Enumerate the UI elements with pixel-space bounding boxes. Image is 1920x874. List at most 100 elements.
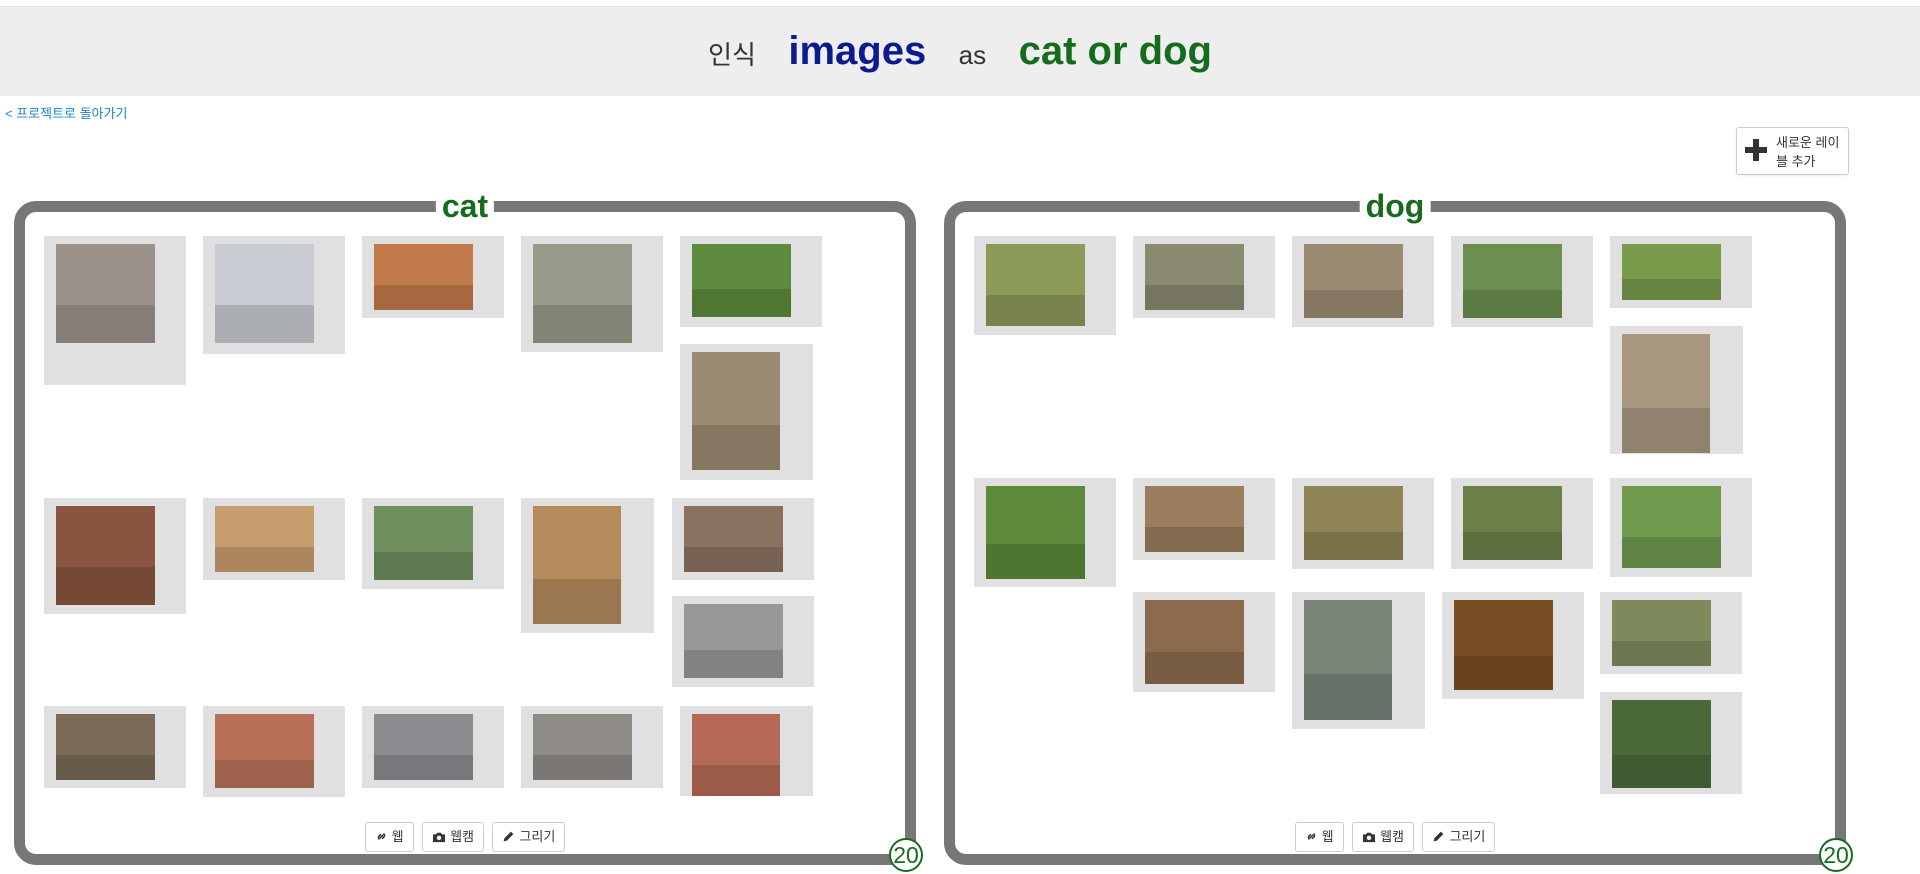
training-image	[215, 506, 314, 572]
training-image	[1454, 600, 1553, 690]
image-count-badge: 20	[1819, 838, 1853, 872]
camera-icon	[1363, 832, 1376, 842]
header-type-word: images	[788, 29, 927, 73]
image-tile[interactable]	[521, 236, 663, 352]
image-tile[interactable]	[1610, 326, 1743, 454]
add-new-label-text: 새로운 레이블 추가	[1776, 135, 1840, 169]
image-tile[interactable]	[1600, 692, 1742, 794]
page-header: 인식 images as cat or dog	[0, 6, 1920, 96]
add-drawing-button[interactable]: 그리기	[1422, 822, 1496, 852]
training-image	[1145, 244, 1244, 310]
training-image	[1463, 486, 1562, 560]
add-drawing-label: 그리기	[519, 829, 556, 844]
link-icon	[1307, 833, 1315, 840]
bucket-toolbar: 웹 웹캠 그리기	[955, 822, 1835, 852]
training-image	[533, 506, 621, 624]
training-image	[1304, 244, 1403, 318]
training-image	[1612, 600, 1711, 666]
training-image	[1612, 700, 1711, 788]
training-image	[56, 244, 155, 343]
add-drawing-button[interactable]: 그리기	[492, 822, 566, 852]
training-image	[533, 244, 632, 343]
image-tile[interactable]	[1600, 592, 1742, 674]
label-bucket-cat[interactable]: cat 웹 웹캠 그리기 20	[14, 188, 923, 872]
image-tile[interactable]	[1133, 592, 1275, 692]
training-image	[215, 714, 314, 788]
pencil-icon	[504, 831, 514, 842]
training-image	[374, 506, 473, 580]
header-verb: 인식	[708, 40, 756, 70]
pencil-icon	[1434, 831, 1444, 842]
image-tile[interactable]	[680, 344, 813, 480]
image-tile[interactable]	[1133, 236, 1275, 318]
bucket-title: dog	[1359, 188, 1431, 224]
add-from-web-label: 웹	[391, 829, 404, 844]
add-from-webcam-button[interactable]: 웹캠	[1352, 822, 1414, 852]
bucket-toolbar: 웹 웹캠 그리기	[25, 822, 905, 852]
image-tile[interactable]	[672, 596, 814, 687]
camera-icon	[433, 832, 446, 842]
training-image	[374, 714, 473, 780]
training-image	[1145, 486, 1244, 552]
image-tile[interactable]	[362, 498, 504, 589]
header-title: 인식 images as cat or dog	[0, 29, 1920, 74]
image-tile[interactable]	[1133, 478, 1275, 560]
training-image	[1304, 486, 1403, 560]
training-image	[986, 244, 1085, 326]
add-from-webcam-label: 웹캠	[1380, 829, 1404, 844]
training-image	[684, 604, 783, 678]
image-tile[interactable]	[1292, 478, 1434, 569]
add-from-web-button[interactable]: 웹	[1294, 822, 1344, 852]
bucket-title: cat	[435, 188, 495, 224]
image-count-badge: 20	[889, 838, 923, 872]
label-bucket-dog[interactable]: dog 웹 웹캠 그리기 20	[944, 188, 1853, 872]
header-project-name: cat or dog	[1018, 29, 1212, 73]
image-tile[interactable]	[362, 236, 504, 318]
back-to-project-link[interactable]: < 프로젝트로 돌아가기	[5, 103, 127, 122]
add-from-webcam-button[interactable]: 웹캠	[422, 822, 484, 852]
training-image	[1622, 244, 1721, 300]
image-tile[interactable]	[203, 236, 345, 354]
image-tile[interactable]	[974, 478, 1116, 587]
add-from-web-label: 웹	[1321, 829, 1334, 844]
add-new-label-button[interactable]: 새로운 레이블 추가	[1736, 127, 1849, 175]
training-image	[533, 714, 632, 780]
image-tile[interactable]	[1292, 592, 1425, 729]
header-as-word: as	[958, 40, 987, 70]
image-tile[interactable]	[44, 706, 186, 788]
training-image	[1145, 600, 1244, 684]
training-image	[215, 244, 314, 343]
image-tile[interactable]	[521, 498, 654, 633]
link-icon	[377, 833, 385, 840]
image-tile[interactable]	[203, 706, 345, 797]
image-tile[interactable]	[362, 706, 504, 788]
add-from-webcam-label: 웹캠	[450, 829, 474, 844]
image-tile[interactable]	[1451, 478, 1593, 569]
image-tile[interactable]	[1451, 236, 1593, 327]
image-tile[interactable]	[680, 236, 822, 327]
image-tile[interactable]	[1610, 236, 1752, 308]
training-image	[1304, 600, 1392, 720]
training-image	[1622, 486, 1721, 568]
training-image	[56, 506, 155, 605]
training-image	[692, 714, 780, 796]
training-image	[56, 714, 155, 780]
image-tile[interactable]	[680, 706, 813, 796]
image-tile[interactable]	[203, 498, 345, 580]
image-tile[interactable]	[521, 706, 663, 788]
image-tile[interactable]	[44, 236, 186, 385]
image-tile[interactable]	[672, 498, 814, 580]
add-from-web-button[interactable]: 웹	[364, 822, 414, 852]
image-tile[interactable]	[44, 498, 186, 614]
image-tile[interactable]	[1442, 592, 1584, 699]
training-image	[1622, 334, 1710, 453]
training-image	[986, 486, 1085, 579]
image-tile[interactable]	[974, 236, 1116, 335]
image-tile[interactable]	[1610, 478, 1752, 577]
image-tile[interactable]	[1292, 236, 1434, 327]
training-image	[684, 506, 783, 572]
add-drawing-label: 그리기	[1449, 829, 1486, 844]
training-image	[374, 244, 473, 310]
plus-icon	[1745, 138, 1769, 162]
training-image	[692, 352, 780, 470]
